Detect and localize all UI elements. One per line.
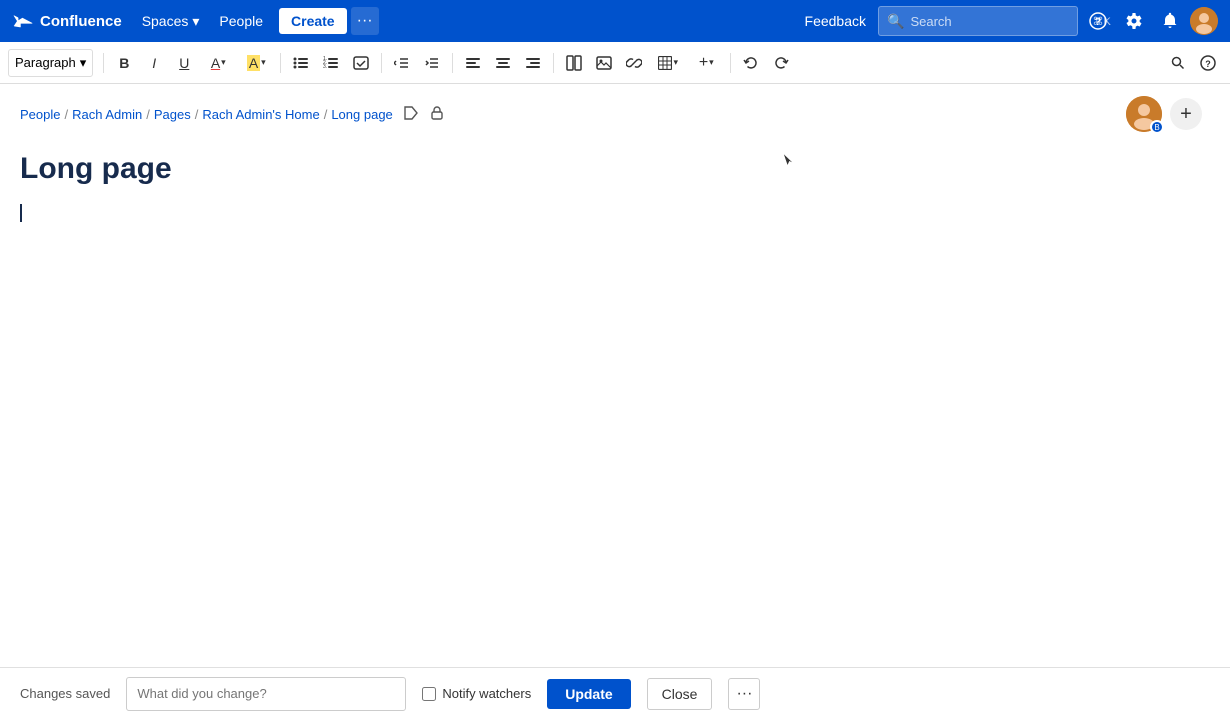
update-button[interactable]: Update [547, 679, 630, 709]
breadcrumb-pages[interactable]: Pages [154, 107, 191, 122]
bold-button[interactable]: B [110, 49, 138, 77]
align-center-button[interactable] [489, 49, 517, 77]
help-button[interactable]: ? [1082, 5, 1114, 37]
svg-text:?: ? [1095, 16, 1102, 28]
redo-button[interactable] [767, 49, 795, 77]
spaces-menu[interactable]: Spaces ▾ [134, 9, 208, 34]
toolbar-separator-5 [553, 53, 554, 73]
breadcrumb-people[interactable]: People [20, 107, 60, 122]
numbered-list-button[interactable]: 1.2.3. [317, 49, 345, 77]
table-insert[interactable]: ▾ [650, 49, 686, 77]
add-button[interactable]: + [1170, 98, 1202, 130]
image-button[interactable] [590, 49, 618, 77]
underline-button[interactable]: U [170, 49, 198, 77]
editor-body[interactable] [20, 198, 1210, 598]
toolbar-separator-4 [452, 53, 453, 73]
link-button[interactable] [620, 49, 648, 77]
user-avatar-nav[interactable] [1190, 7, 1218, 35]
search-input[interactable] [910, 14, 1086, 29]
editor-toolbar: Paragraph ▾ B I U A ▾ A ▾ 1.2.3. [0, 42, 1230, 84]
close-button[interactable]: Close [647, 678, 713, 710]
breadcrumb-actions [401, 103, 447, 126]
notify-watchers-section: Notify watchers [422, 686, 531, 701]
breadcrumb-rach-admin-home[interactable]: Rach Admin's Home [202, 107, 319, 122]
confluence-logo[interactable]: Confluence [12, 10, 122, 32]
text-color-picker[interactable]: A ▾ [200, 49, 236, 77]
toolbar-separator-3 [381, 53, 382, 73]
user-panel: B + [1126, 96, 1202, 132]
change-description-input[interactable] [126, 677, 406, 711]
paragraph-style-select[interactable]: Paragraph ▾ [8, 49, 93, 77]
breadcrumb-bar: People / Rach Admin / Pages / Rach Admin… [0, 84, 1230, 136]
changes-saved-label: Changes saved [20, 686, 110, 701]
svg-text:?: ? [1205, 59, 1211, 69]
align-right-button[interactable] [519, 49, 547, 77]
logo-text: Confluence [40, 13, 122, 30]
main-content-area: Long page [0, 136, 1230, 667]
search-icon: 🔍 [887, 13, 904, 30]
toolbar-separator-6 [730, 53, 731, 73]
layout-button[interactable] [560, 49, 588, 77]
search-bar[interactable]: 🔍 ⌘K [878, 6, 1078, 36]
align-left-button[interactable] [459, 49, 487, 77]
highlight-color-picker[interactable]: A ▾ [238, 49, 274, 77]
top-navigation: Confluence Spaces ▾ People Create ··· Fe… [0, 0, 1230, 42]
editor-cursor-line [20, 202, 1210, 222]
bottom-bar: Changes saved Notify watchers Update Clo… [0, 667, 1230, 719]
toolbar-search-button[interactable] [1164, 49, 1192, 77]
insert-more[interactable]: + ▾ [688, 49, 724, 77]
restrictions-button[interactable] [427, 103, 447, 126]
toolbar-help-button[interactable]: ? [1194, 49, 1222, 77]
task-list-button[interactable] [347, 49, 375, 77]
breadcrumb-current-page: Long page [331, 107, 392, 122]
italic-button[interactable]: I [140, 49, 168, 77]
feedback-button[interactable]: Feedback [797, 9, 874, 33]
undo-button[interactable] [737, 49, 765, 77]
create-button[interactable]: Create [279, 8, 347, 34]
settings-button[interactable] [1118, 5, 1150, 37]
toolbar-right: ? [1164, 49, 1222, 77]
outdent-button[interactable] [388, 49, 416, 77]
bullet-list-button[interactable] [287, 49, 315, 77]
user-badge: B [1150, 120, 1164, 134]
indent-button[interactable] [418, 49, 446, 77]
user-avatar-editor[interactable]: B [1126, 96, 1162, 132]
label-button[interactable] [401, 103, 421, 126]
notifications-button[interactable] [1154, 5, 1186, 37]
nav-more-button[interactable]: ··· [351, 7, 379, 35]
text-cursor [20, 204, 22, 222]
toolbar-separator-2 [280, 53, 281, 73]
notify-watchers-checkbox[interactable] [422, 687, 436, 701]
breadcrumb-rach-admin[interactable]: Rach Admin [72, 107, 142, 122]
people-nav-btn[interactable]: People [211, 9, 271, 33]
page-title[interactable]: Long page [20, 136, 1210, 198]
toolbar-separator-1 [103, 53, 104, 73]
notify-watchers-label[interactable]: Notify watchers [442, 686, 531, 701]
svg-text:3.: 3. [323, 64, 327, 70]
more-options-button[interactable]: ··· [728, 678, 760, 710]
